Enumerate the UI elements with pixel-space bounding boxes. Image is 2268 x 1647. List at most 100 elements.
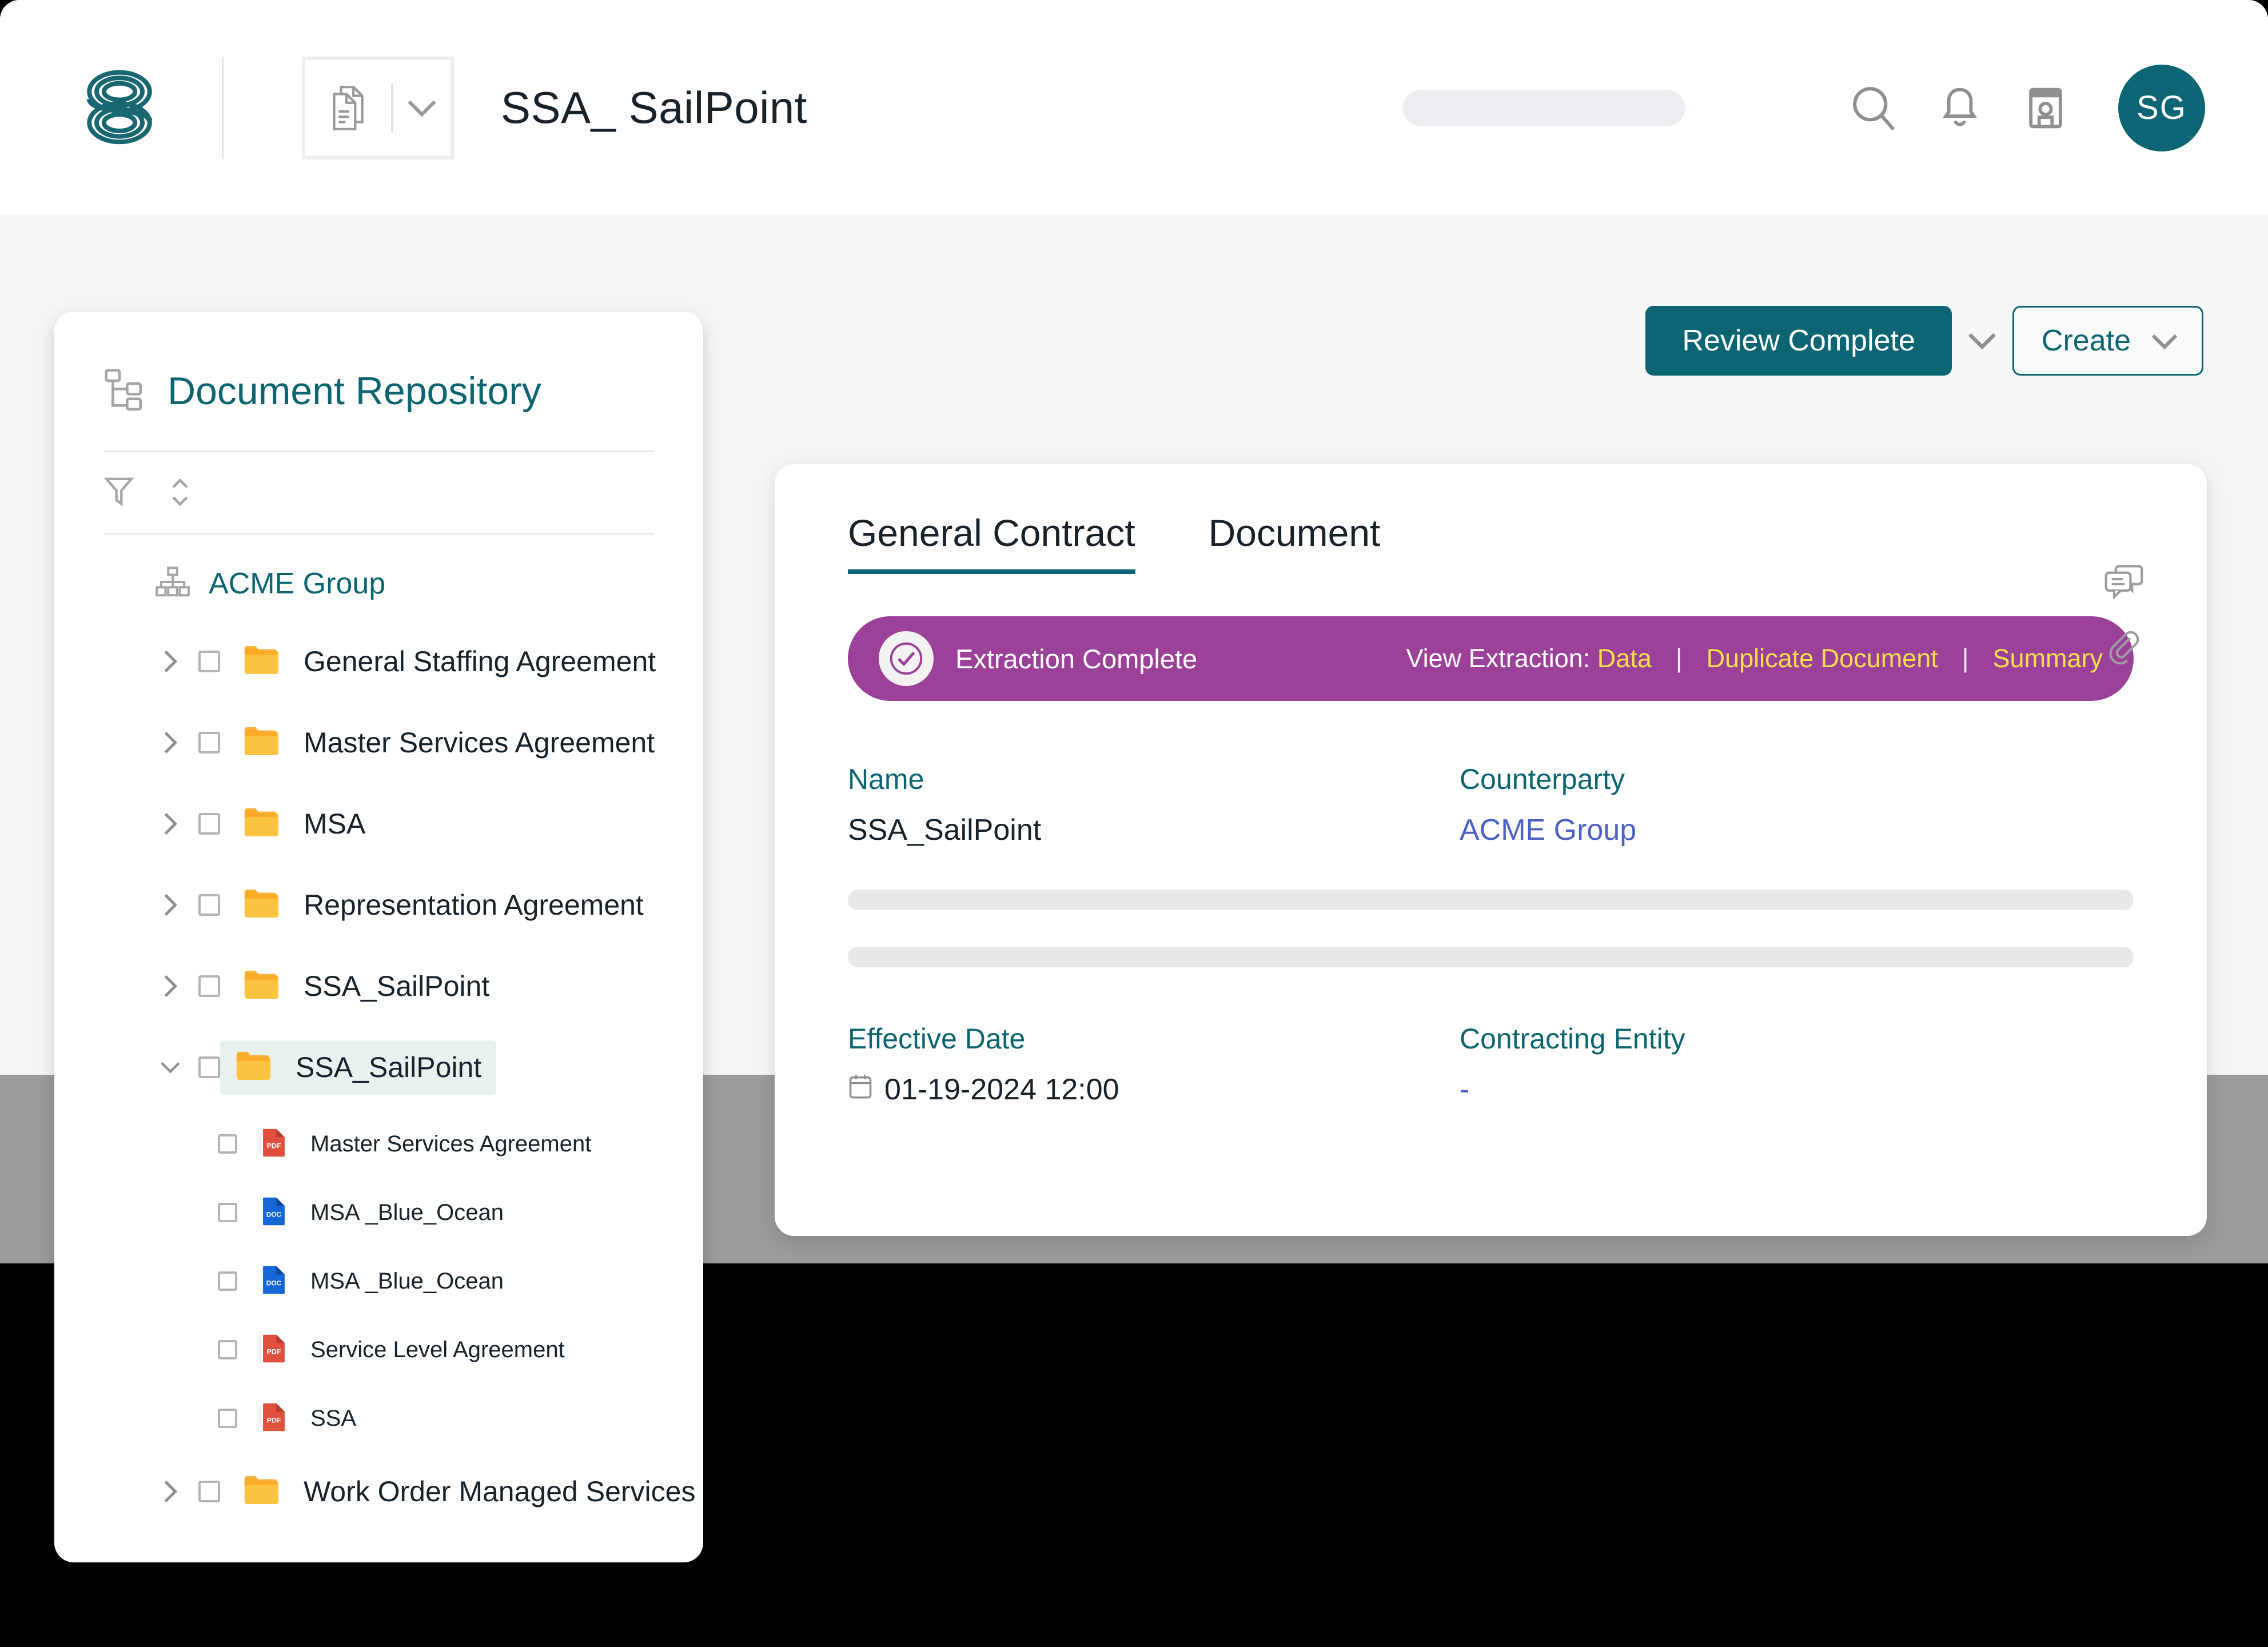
search-icon[interactable]: [1831, 65, 1917, 151]
comments-icon[interactable]: [2103, 563, 2145, 602]
folder-icon: [235, 1051, 270, 1084]
placeholder-bar: [848, 947, 2134, 967]
tree-file-ssa[interactable]: PDF SSA: [54, 1397, 703, 1439]
file-label: SSA: [310, 1406, 356, 1431]
create-chevron-down-icon: [2150, 324, 2179, 358]
tree-file-msa-blue-ocean-1[interactable]: DOC MSA _Blue_Ocean: [54, 1191, 703, 1234]
tree-item-checkbox[interactable]: [198, 813, 220, 835]
create-button[interactable]: Create: [2012, 306, 2203, 376]
avatar[interactable]: SG: [2118, 65, 2205, 151]
link-separator: |: [1962, 644, 1969, 673]
loading-placeholders: [775, 847, 2207, 967]
tree-item-msa[interactable]: MSA: [54, 798, 703, 850]
file-checkbox[interactable]: [218, 1340, 237, 1359]
svg-text:PDF: PDF: [267, 1347, 281, 1355]
document-repository-panel: Document Repository: [54, 312, 703, 1562]
tree-item-ssa-sailpoint[interactable]: SSA_SailPoint: [54, 960, 703, 1012]
attachment-icon[interactable]: [2106, 631, 2142, 670]
chevron-right-icon[interactable]: [155, 973, 186, 999]
file-label: MSA _Blue_Ocean: [310, 1269, 504, 1294]
view-extraction-label: View Extraction:: [1406, 644, 1590, 673]
tree-item-label: SSA_SailPoint: [304, 970, 489, 1003]
tree-item-checkbox[interactable]: [198, 975, 220, 997]
calendar-icon: [848, 1072, 873, 1107]
file-checkbox[interactable]: [218, 1409, 237, 1428]
tree-item-label: Work Order Managed Services: [304, 1475, 695, 1508]
tree-file-service-level-agreement[interactable]: PDF Service Level Agreement: [54, 1329, 703, 1371]
svg-text:DOC: DOC: [266, 1279, 282, 1287]
review-complete-button[interactable]: Review Complete: [1645, 306, 1952, 376]
tree-item-checkbox[interactable]: [198, 732, 220, 753]
fields-bottom: Effective Date 01-19-2024 12:00: [775, 967, 2207, 1107]
pdf-file-icon: PDF: [261, 1127, 286, 1161]
duplicate-document-link[interactable]: Duplicate Document: [1707, 644, 1938, 673]
folder-icon: [243, 645, 278, 679]
tree-item-checkbox[interactable]: [198, 651, 220, 672]
app-logo[interactable]: [67, 56, 172, 160]
view-extraction-data-link[interactable]: Data: [1597, 644, 1652, 673]
tree-item-checkbox[interactable]: [198, 894, 220, 916]
field-effective-date: Effective Date 01-19-2024 12:00: [848, 1022, 1460, 1107]
file-checkbox[interactable]: [218, 1134, 237, 1154]
create-button-label: Create: [2042, 324, 2131, 358]
tree-item-label: Master Services Agreement: [304, 726, 655, 759]
tree-item-work-order-managed-services[interactable]: Work Order Managed Services: [54, 1466, 703, 1517]
folder-icon: [243, 888, 278, 922]
counterparty-link[interactable]: ACME Group: [1460, 813, 2071, 847]
tree-item-label: SSA_SailPoint: [296, 1051, 481, 1084]
page-title: SSA_ SailPoint: [501, 82, 807, 134]
tree-root-acme-group[interactable]: ACME Group: [54, 565, 703, 601]
chevron-right-icon[interactable]: [155, 729, 186, 756]
tree-item-master-services-agreement[interactable]: Master Services Agreement: [54, 717, 703, 768]
extraction-status-banner: Extraction Complete View Extraction: Dat…: [848, 616, 2134, 701]
tree-item-label: Representation Agreement: [304, 888, 644, 922]
filter-icon[interactable]: [103, 476, 134, 512]
action-bar: Review Complete Create: [1645, 306, 2203, 376]
extraction-links: View Extraction: Data | Duplicate Docume…: [1406, 644, 2103, 673]
tree-file-msa-blue-ocean-2[interactable]: DOC MSA _Blue_Ocean: [54, 1260, 703, 1302]
sort-icon[interactable]: [169, 475, 192, 512]
file-checkbox[interactable]: [218, 1203, 237, 1222]
tree-item-checkbox[interactable]: [198, 1481, 220, 1502]
placeholder-bar: [848, 890, 2134, 910]
tree-item-general-staffing-agreement[interactable]: General Staffing Agreement: [54, 636, 703, 687]
file-checkbox[interactable]: [218, 1271, 237, 1291]
field-value: SSA_SailPoint: [848, 813, 1460, 847]
review-complete-chevron-down-icon[interactable]: [1952, 331, 2012, 350]
contact-card-icon[interactable]: [2003, 65, 2088, 151]
chevron-right-icon[interactable]: [155, 892, 186, 918]
chevron-right-icon[interactable]: [155, 648, 186, 675]
folder-icon: [243, 1475, 278, 1509]
detail-tabs: General Contract Document: [775, 464, 2207, 574]
field-counterparty: Counterparty ACME Group: [1460, 763, 2071, 847]
bell-icon[interactable]: [1917, 65, 2003, 151]
summary-link[interactable]: Summary: [1992, 644, 2103, 673]
folder-icon: [243, 807, 278, 841]
tree-item-ssa-sailpoint-selected[interactable]: SSA_SailPoint: [54, 1042, 703, 1093]
search-input[interactable]: [1402, 90, 1685, 126]
contracting-entity-value: -: [1460, 1072, 2071, 1107]
chevron-right-icon[interactable]: [155, 811, 186, 837]
org-hierarchy-icon: [155, 565, 190, 601]
chevron-down-icon[interactable]: [155, 1059, 186, 1076]
chevron-right-icon[interactable]: [155, 1478, 186, 1505]
svg-text:DOC: DOC: [266, 1210, 282, 1218]
document-switcher[interactable]: [302, 57, 454, 159]
tab-document[interactable]: Document: [1209, 511, 1381, 574]
field-row: Name SSA_SailPoint Counterparty ACME Gro…: [848, 763, 2134, 847]
check-circle-icon: [879, 631, 934, 686]
contract-detail-card: General Contract Document Extraction Com…: [775, 464, 2207, 1236]
tree-item-checkbox[interactable]: [198, 1056, 220, 1078]
chevron-down-icon[interactable]: [393, 98, 451, 118]
field-contracting-entity: Contracting Entity -: [1460, 1022, 2071, 1107]
field-label: Name: [848, 763, 1460, 796]
file-label: MSA _Blue_Ocean: [310, 1200, 504, 1226]
doc-file-icon: DOC: [261, 1196, 286, 1230]
tab-general-contract[interactable]: General Contract: [848, 511, 1135, 574]
tree-item-label: MSA: [304, 807, 365, 840]
tree-file-master-services-agreement[interactable]: PDF Master Services Agreement: [54, 1123, 703, 1165]
folder-icon: [243, 726, 278, 760]
tree-item-representation-agreement[interactable]: Representation Agreement: [54, 879, 703, 931]
top-bar-right: SG: [1402, 65, 2205, 151]
field-label: Effective Date: [848, 1022, 1460, 1055]
